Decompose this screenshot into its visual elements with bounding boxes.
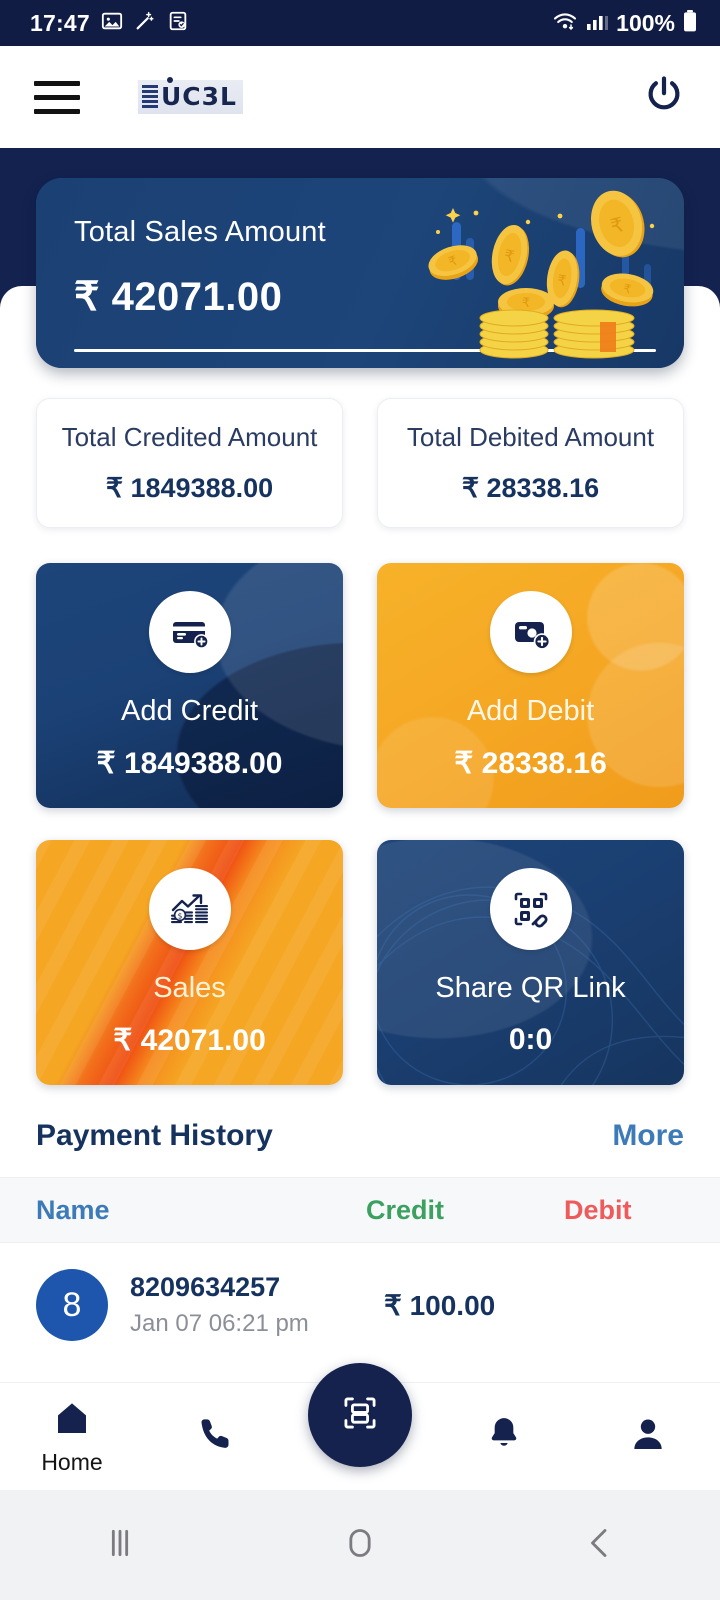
home-circle-icon[interactable]: [340, 1523, 380, 1568]
avatar: 8: [36, 1269, 108, 1341]
payment-history-title: Payment History: [36, 1119, 273, 1152]
android-system-navigation: [0, 1490, 720, 1600]
payment-history-column-headers: Name Credit Debit: [0, 1177, 720, 1243]
status-bar-right: 100%: [552, 9, 698, 38]
sales-tile[interactable]: $ Sales ₹ 42071.00: [36, 840, 343, 1085]
payment-history-more-link[interactable]: More: [612, 1119, 684, 1153]
row-text-block: 8209634257 Jan 07 06:21 pm: [130, 1272, 366, 1338]
phone-icon: [196, 1414, 236, 1459]
back-chevron-icon[interactable]: [580, 1523, 620, 1568]
row-credit-amount: ₹ 100.00: [384, 1289, 496, 1321]
hamburger-menu-icon[interactable]: [34, 80, 80, 114]
action-tiles-row-2: $ Sales ₹ 42071.00 Share QR Link 0:0: [36, 840, 684, 1085]
app-logo: UC3L: [138, 77, 243, 114]
main-content: Total Sales Amount ₹ 42071.00 ₹ ₹ ₹ ₹ ₹ …: [0, 146, 720, 1341]
status-bar-left: 17:47: [30, 10, 189, 37]
total-debited-value: ₹ 28338.16: [461, 473, 600, 503]
column-header-debit: Debit: [564, 1194, 632, 1225]
app-bar: UC3L: [0, 46, 720, 148]
svg-text:₹: ₹: [522, 296, 530, 311]
power-icon[interactable]: [642, 73, 686, 122]
add-credit-label: Add Credit: [120, 695, 258, 727]
image-icon: [101, 10, 123, 37]
person-icon: [628, 1414, 668, 1459]
scan-fab-button[interactable]: [308, 1363, 412, 1467]
summary-cards: Total Credited Amount ₹ 1849388.00 Total…: [36, 398, 684, 528]
magic-wand-icon: [134, 10, 156, 37]
signal-icon: [585, 10, 609, 37]
action-tiles: Add Credit ₹ 1849388.00 Add Debit ₹ 2833…: [36, 563, 684, 1085]
share-qr-link-value: 0:0: [508, 1023, 553, 1056]
scan-icon: [334, 1387, 386, 1444]
recents-icon[interactable]: [100, 1523, 140, 1568]
nav-item-profile[interactable]: [576, 1383, 720, 1490]
sales-value: ₹ 42071.00: [113, 1024, 266, 1057]
total-sales-card[interactable]: Total Sales Amount ₹ 42071.00 ₹ ₹ ₹ ₹ ₹ …: [36, 178, 684, 368]
status-bar-clock: 17:47: [30, 9, 90, 36]
share-qr-link-tile[interactable]: Share QR Link 0:0: [377, 840, 684, 1085]
row-name: 8209634257: [130, 1272, 281, 1302]
qr-link-icon: [489, 868, 572, 950]
row-date: Jan 07 06:21 pm: [130, 1310, 309, 1337]
nav-item-home-label: Home: [41, 1448, 103, 1475]
add-credit-value: ₹ 1849388.00: [96, 747, 283, 780]
column-header-name: Name: [36, 1194, 110, 1225]
growth-chart-coins-icon: $: [148, 868, 231, 950]
add-debit-value: ₹ 28338.16: [454, 747, 607, 780]
payment-history-header: Payment History More: [36, 1119, 684, 1153]
logo-text: UC3L: [161, 82, 237, 111]
add-credit-tile[interactable]: Add Credit ₹ 1849388.00: [36, 563, 343, 808]
table-row[interactable]: 8 8209634257 Jan 07 06:21 pm ₹ 100.00: [0, 1243, 720, 1341]
nav-item-home[interactable]: Home: [0, 1383, 144, 1490]
status-bar: 17:47 100%: [0, 0, 720, 46]
total-credited-value: ₹ 1849388.00: [105, 473, 274, 503]
logo-bars-icon: [142, 85, 158, 108]
credit-card-plus-icon: [148, 591, 231, 673]
total-debited-card[interactable]: Total Debited Amount ₹ 28338.16: [377, 398, 684, 528]
svg-text:$: $: [177, 911, 182, 920]
bell-icon: [484, 1414, 524, 1459]
action-tiles-row-1: Add Credit ₹ 1849388.00 Add Debit ₹ 2833…: [36, 563, 684, 808]
wifi-icon: [552, 10, 578, 37]
total-sales-label: Total Sales Amount: [74, 216, 326, 248]
share-qr-link-label: Share QR Link: [435, 972, 626, 1004]
total-credited-label: Total Credited Amount: [61, 422, 318, 452]
logo-dot: [167, 77, 173, 83]
debit-card-plus-icon: [489, 591, 572, 673]
add-debit-tile[interactable]: Add Debit ₹ 28338.16: [377, 563, 684, 808]
total-sales-amount: ₹ 42071.00: [74, 275, 283, 319]
add-debit-label: Add Debit: [466, 695, 595, 727]
nav-item-calls[interactable]: [144, 1383, 288, 1490]
total-credited-card[interactable]: Total Credited Amount ₹ 1849388.00: [36, 398, 343, 528]
column-header-credit: Credit: [366, 1194, 445, 1225]
total-debited-label: Total Debited Amount: [406, 422, 655, 452]
home-icon: [52, 1398, 92, 1443]
battery-percent-label: 100%: [616, 9, 675, 36]
nav-item-notifications[interactable]: [432, 1383, 576, 1490]
battery-icon: [682, 9, 698, 38]
falling-coins-illustration: ₹ ₹ ₹ ₹ ₹ ₹: [408, 186, 678, 366]
document-check-icon: [167, 10, 189, 37]
bottom-navigation-bar: Home: [0, 1363, 720, 1490]
sales-label: Sales: [153, 972, 226, 1004]
